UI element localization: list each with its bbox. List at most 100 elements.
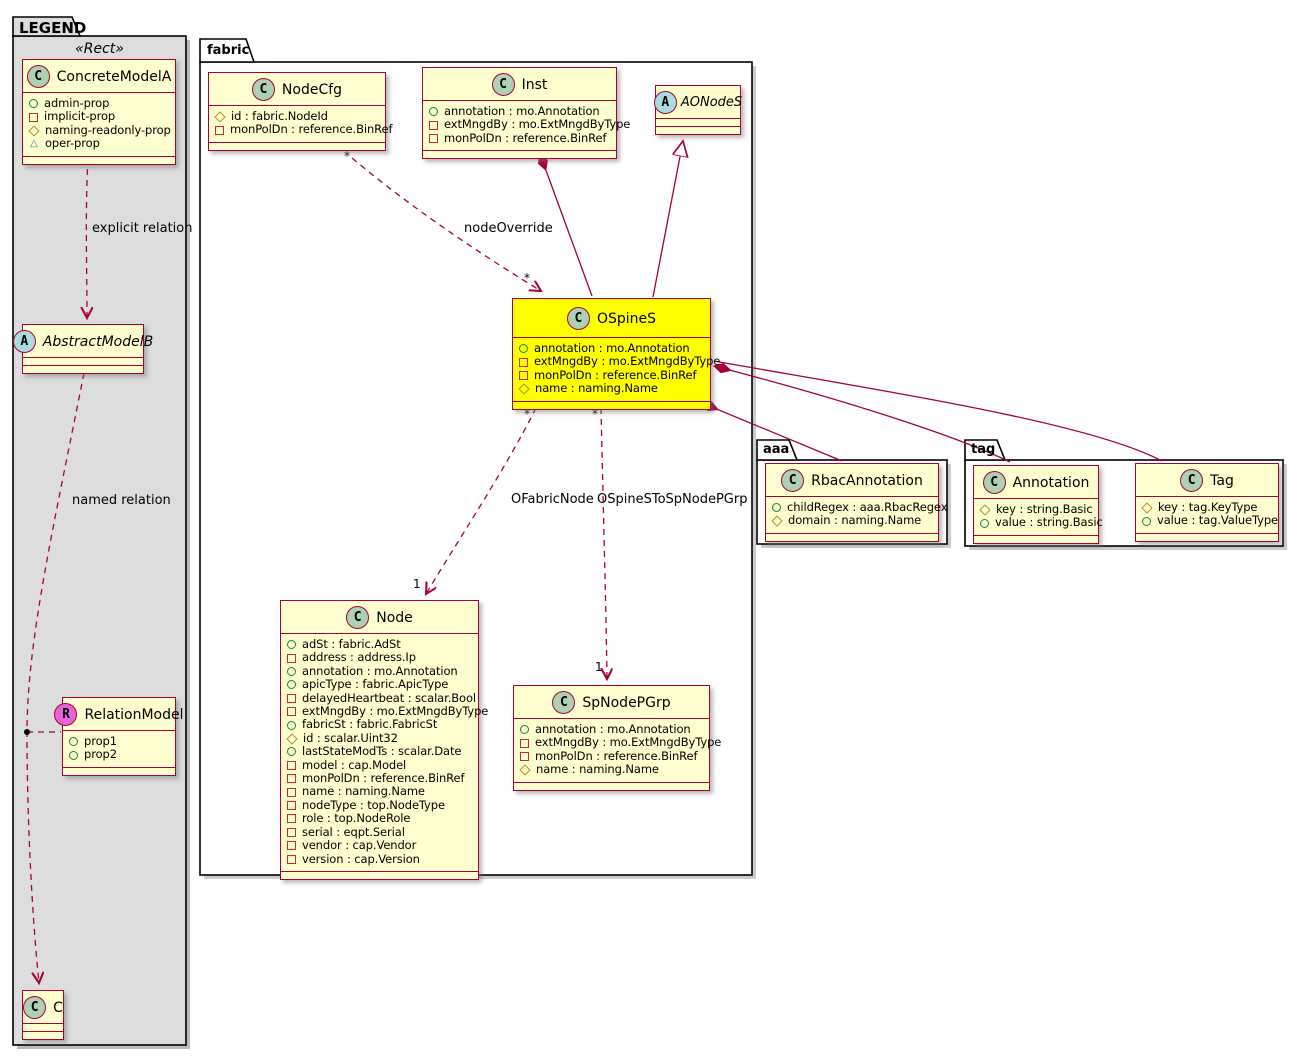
methods-compartment <box>23 156 175 164</box>
class-header: A AONodeS <box>656 86 740 118</box>
class-spot-icon: C <box>1180 469 1203 492</box>
circle-prop-icon <box>772 503 781 512</box>
class-header: C NodeCfg <box>209 73 385 105</box>
class-aonodes: A AONodeS <box>655 85 741 135</box>
class-properties: annotation : mo.Annotation extMngdBy : m… <box>423 100 616 150</box>
methods-compartment <box>1136 533 1278 541</box>
class-header: R RelationModel <box>63 698 175 730</box>
property-row: fabricSt : fabric.FabricSt <box>287 718 471 731</box>
square-prop-icon <box>287 654 296 663</box>
class-inst: C Inst annotation : mo.Annotation extMng… <box>422 67 617 159</box>
property-row: apicType : fabric.ApicType <box>287 678 471 691</box>
nodeoverride-target-cardinality: * <box>524 271 530 285</box>
property-row: monPolDn : reference.BinRef <box>520 750 702 763</box>
class-name: Node <box>376 610 413 626</box>
class-name: OSpineS <box>597 311 656 327</box>
class-name: C <box>53 1000 63 1016</box>
property-row: value : string.Basic <box>980 516 1091 529</box>
class-header: C OSpineS <box>513 299 710 337</box>
diamond-prop-icon <box>518 383 529 394</box>
triangle-prop-icon: △ <box>29 139 39 149</box>
property-row: extMngdBy : mo.ExtMngdByType <box>519 355 703 368</box>
class-spot-icon: C <box>552 691 575 714</box>
class-spnodepgrp: C SpNodePGrp annotation : mo.Annotation … <box>513 685 710 791</box>
fields-compartment <box>23 1023 63 1031</box>
property-row: name : naming.Name <box>287 785 471 798</box>
diamond-prop-icon <box>28 125 39 136</box>
property-row: key : tag.KeyType <box>1142 501 1271 514</box>
fabric-package-label: fabric <box>207 43 249 58</box>
circle-prop-icon <box>1142 517 1151 526</box>
property-row: id : fabric.NodeId <box>215 110 378 123</box>
property-row: annotation : mo.Annotation <box>429 105 609 118</box>
circle-prop-icon <box>69 751 78 760</box>
square-prop-icon <box>287 814 296 823</box>
explicit-relation-label: explicit relation <box>92 221 192 236</box>
fields-compartment <box>656 118 740 126</box>
square-prop-icon <box>287 801 296 810</box>
class-properties: prop1 prop2 <box>63 730 175 767</box>
class-relationmodel: R RelationModel prop1 prop2 <box>62 697 176 776</box>
circle-prop-icon <box>287 680 296 689</box>
property-row: key : string.Basic <box>980 503 1091 516</box>
abstract-spot-icon: A <box>13 330 36 353</box>
class-rbacannotation: C RbacAnnotation childRegex : aaa.RbacRe… <box>765 463 939 542</box>
class-spot-icon: C <box>23 996 46 1019</box>
legend-package <box>13 17 190 1049</box>
property-row: value : tag.ValueType <box>1142 514 1271 527</box>
relation-spot-icon: R <box>54 703 77 726</box>
diagram-canvas <box>0 0 1302 1057</box>
property-row: name : naming.Name <box>519 382 703 395</box>
property-row: extMngdBy : mo.ExtMngdByType <box>429 118 609 131</box>
property-row: monPolDn : reference.BinRef <box>215 123 378 136</box>
square-prop-icon <box>429 134 438 143</box>
square-prop-icon <box>287 707 296 716</box>
nodeoverride-label: nodeOverride <box>464 221 553 236</box>
diamond-prop-icon <box>286 733 297 744</box>
methods-compartment <box>656 126 740 134</box>
class-properties: id : fabric.NodeId monPolDn : reference.… <box>209 105 385 142</box>
square-prop-icon <box>287 828 296 837</box>
methods-compartment <box>974 535 1098 543</box>
class-properties: key : tag.KeyType value : tag.ValueType <box>1136 496 1278 533</box>
class-properties: admin-prop implicit-prop naming-readonly… <box>23 92 175 156</box>
square-prop-icon <box>287 694 296 703</box>
legend-package-label: LEGEND <box>19 19 86 37</box>
property-row: prop1 <box>69 735 168 748</box>
property-row: annotation : mo.Annotation <box>520 723 702 736</box>
diamond-prop-icon <box>1141 502 1152 513</box>
diamond-prop-icon <box>214 111 225 122</box>
property-row: nodeType : top.NodeType <box>287 799 471 812</box>
property-row: admin-prop <box>29 97 168 110</box>
class-properties: annotation : mo.Annotation extMngdBy : m… <box>513 337 710 401</box>
class-name: Tag <box>1210 473 1234 489</box>
square-prop-icon <box>287 841 296 850</box>
property-row: △oper-prop <box>29 137 168 150</box>
methods-compartment <box>23 1031 63 1039</box>
square-prop-icon <box>29 113 38 122</box>
class-abstractmodelb: A AbstractModelB <box>22 324 144 374</box>
methods-compartment <box>766 533 938 541</box>
property-row: delayedHeartbeat : scalar.Bool <box>287 692 471 705</box>
diamond-prop-icon <box>771 515 782 526</box>
class-properties: childRegex : aaa.RbacRegex domain : nami… <box>766 496 938 533</box>
class-concretemodela: C ConcreteModelA admin-prop implicit-pro… <box>22 59 176 165</box>
class-spot-icon: C <box>252 78 275 101</box>
named-relation-label: named relation <box>72 493 171 508</box>
diamond-prop-icon <box>979 504 990 515</box>
methods-compartment <box>63 767 175 775</box>
square-prop-icon <box>519 358 528 367</box>
property-row: vendor : cap.Vendor <box>287 839 471 852</box>
property-row: role : top.NodeRole <box>287 812 471 825</box>
methods-compartment <box>423 150 616 158</box>
class-spot-icon: C <box>567 307 590 330</box>
class-tag: C Tag key : tag.KeyType value : tag.Valu… <box>1135 463 1279 542</box>
property-row: childRegex : aaa.RbacRegex <box>772 501 931 514</box>
property-row: monPolDn : reference.BinRef <box>429 132 609 145</box>
class-annotation: C Annotation key : string.Basic value : … <box>973 465 1099 544</box>
circle-prop-icon <box>69 737 78 746</box>
circle-prop-icon <box>29 99 38 108</box>
fields-compartment <box>23 357 143 365</box>
property-row: monPolDn : reference.BinRef <box>287 772 471 785</box>
square-prop-icon <box>519 371 528 380</box>
